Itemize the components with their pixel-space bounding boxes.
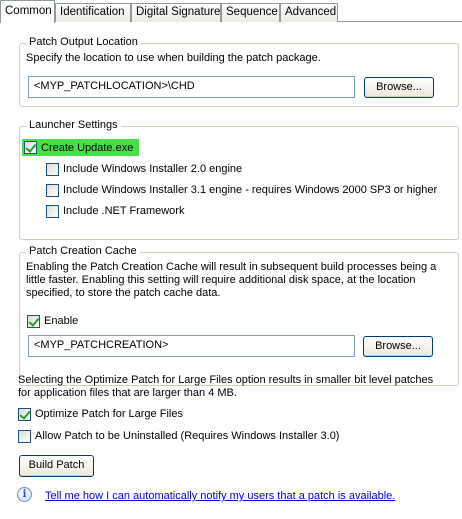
- notify-users-help-link[interactable]: Tell me how I can automatically notify m…: [45, 490, 395, 502]
- common-tab-panel: Patch Output Location Specify the locati…: [0, 22, 462, 519]
- patch-cache-browse-button[interactable]: Browse...: [363, 336, 433, 357]
- uninstall-checkbox[interactable]: [18, 429, 31, 443]
- patch-output-legend: Patch Output Location: [26, 36, 141, 48]
- launcher-settings-group: Launcher Settings Create Update.exe Incl…: [19, 119, 459, 240]
- uninstall-label: Allow Patch to be Uninstalled (Requires …: [35, 430, 340, 442]
- launcher-settings-legend: Launcher Settings: [26, 119, 121, 131]
- tab-sequence[interactable]: Sequence: [221, 3, 280, 22]
- info-icon: i: [17, 487, 32, 502]
- include-msi20-checkbox-row[interactable]: Include Windows Installer 2.0 engine: [46, 161, 242, 177]
- patch-cache-group: Patch Creation Cache Enabling the Patch …: [19, 245, 459, 386]
- include-dotnet-checkbox[interactable]: [46, 204, 59, 218]
- include-msi31-checkbox-row[interactable]: Include Windows Installer 3.1 engine - r…: [46, 182, 437, 198]
- uninstall-checkbox-row[interactable]: Allow Patch to be Uninstalled (Requires …: [18, 428, 339, 444]
- tab-identification[interactable]: Identification: [55, 3, 131, 22]
- include-dotnet-label: Include .NET Framework: [63, 205, 185, 217]
- build-patch-button[interactable]: Build Patch: [19, 455, 94, 477]
- optimize-checkbox-row[interactable]: Optimize Patch for Large Files: [18, 406, 183, 422]
- patch-output-description: Specify the location to use when buildin…: [26, 52, 321, 64]
- tab-strip: Common Identification Digital Signature …: [0, 0, 462, 23]
- patch-output-group: Patch Output Location Specify the locati…: [19, 36, 459, 107]
- tab-digital-signature[interactable]: Digital Signature: [131, 3, 221, 22]
- enable-cache-checkbox-row[interactable]: Enable: [27, 313, 78, 329]
- include-msi20-label: Include Windows Installer 2.0 engine: [63, 163, 243, 175]
- patch-cache-legend: Patch Creation Cache: [26, 245, 140, 257]
- tab-advanced[interactable]: Advanced: [280, 3, 338, 22]
- create-update-checkbox-row[interactable]: Create Update.exe: [22, 139, 140, 156]
- include-msi20-checkbox[interactable]: [46, 162, 59, 176]
- create-update-checkbox[interactable]: [24, 141, 37, 154]
- patch-output-path-field[interactable]: <MYP_PATCHLOCATION>\CHD: [28, 76, 355, 98]
- patch-cache-description: Enabling the Patch Creation Cache will r…: [26, 261, 437, 299]
- tab-common[interactable]: Common: [0, 0, 55, 23]
- optimize-note: Selecting the Optimize Patch for Large F…: [18, 374, 434, 399]
- create-update-label: Create Update.exe: [41, 141, 134, 154]
- enable-cache-checkbox[interactable]: [27, 314, 40, 328]
- include-msi31-label: Include Windows Installer 3.1 engine - r…: [63, 184, 438, 196]
- patch-output-browse-button[interactable]: Browse...: [364, 77, 434, 98]
- optimize-label: Optimize Patch for Large Files: [35, 408, 183, 420]
- patch-cache-path-field[interactable]: <MYP_PATCHCREATION>: [28, 335, 355, 357]
- enable-cache-label: Enable: [44, 315, 79, 327]
- include-dotnet-checkbox-row[interactable]: Include .NET Framework: [46, 203, 184, 219]
- include-msi31-checkbox[interactable]: [46, 183, 59, 197]
- optimize-checkbox[interactable]: [18, 407, 31, 421]
